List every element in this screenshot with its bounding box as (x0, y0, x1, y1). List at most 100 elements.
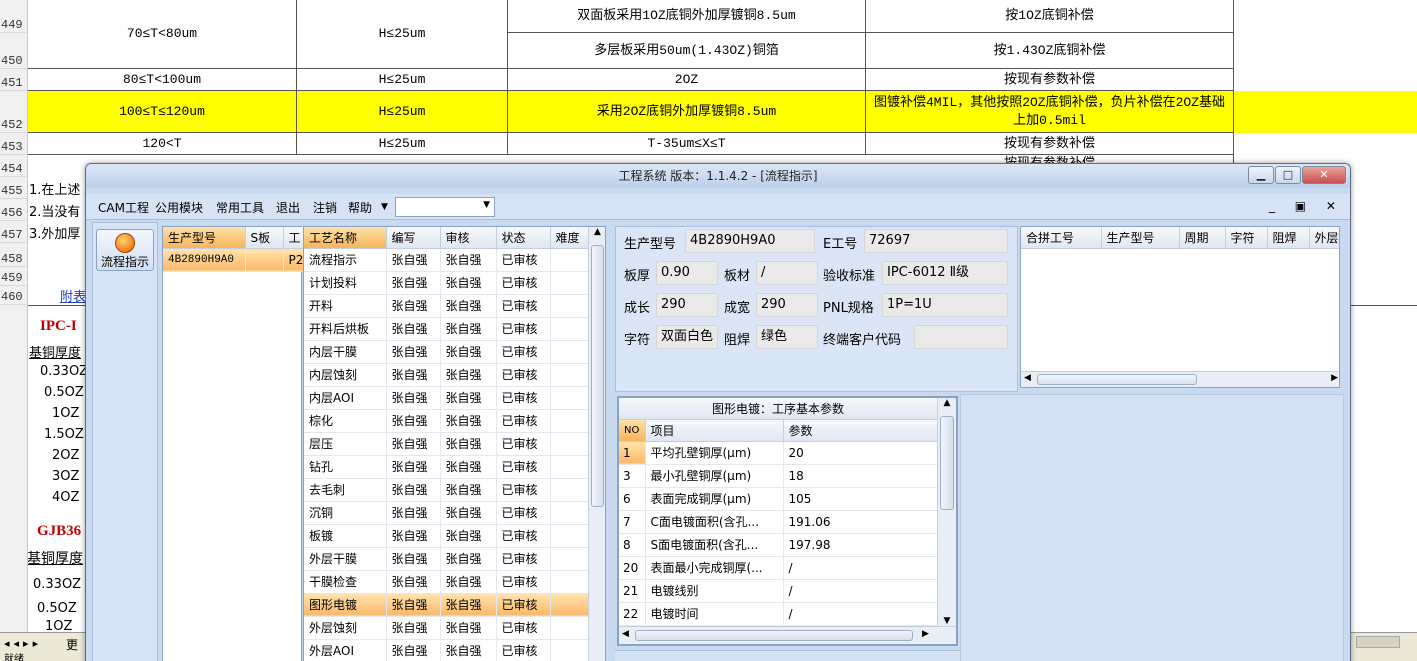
sheet-tab[interactable]: 更 (66, 636, 78, 653)
column-header[interactable]: 审核 (440, 227, 497, 249)
width-field[interactable]: 290 (756, 293, 818, 317)
table-cell: 21 (619, 579, 646, 603)
table-cell: 已审核 (496, 478, 551, 502)
mdi-controls[interactable]: _ ▣ ✕ (1269, 199, 1344, 213)
table-row[interactable]: 沉铜 张自强 张自强 已审核 (304, 501, 589, 525)
menu-tools[interactable]: 常用工具 (216, 199, 264, 216)
column-header[interactable]: 阻焊 (1267, 227, 1310, 249)
scroll-right-icon[interactable]: ▶ (1331, 373, 1338, 383)
horizontal-scrollbar[interactable]: ◀ ▶ (619, 626, 956, 644)
table-row[interactable]: 干膜检查 张自强 张自强 已审核 (304, 570, 589, 594)
scroll-thumb[interactable] (591, 245, 604, 507)
table-row[interactable]: 20 表面最小完成铜厚(... / (619, 556, 938, 580)
column-header[interactable]: NO (619, 420, 646, 442)
column-header[interactable]: 外层 (1309, 227, 1339, 249)
thickness-field[interactable]: 0.90 (656, 261, 718, 285)
column-header[interactable]: 状态 (496, 227, 551, 249)
table-row[interactable]: 计划投料 张自强 张自强 已审核 (304, 271, 589, 295)
pnl-field[interactable]: 1P=1U (882, 293, 1008, 317)
table-row[interactable]: 开料 张自强 张自强 已审核 (304, 294, 589, 318)
row-header-strip (0, 305, 28, 632)
toolbar-combo[interactable]: ▼ (395, 197, 495, 217)
menu-common-module[interactable]: 公用模块 (155, 199, 203, 216)
row-number: 454 (0, 155, 28, 177)
table-cell: 张自强 (440, 455, 497, 479)
row-number: 458 (0, 243, 28, 267)
table-row[interactable]: 内层AOI 张自强 张自强 已审核 (304, 386, 589, 410)
table-row[interactable]: 7 C面电镀面积(含孔... 191.06 (619, 510, 938, 534)
model-field[interactable]: 4B2890H9A0 (685, 229, 815, 253)
table-row[interactable]: 外层蚀刻 张自强 张自强 已审核 (304, 616, 589, 640)
scroll-down-icon[interactable]: ▼ (938, 616, 956, 626)
horizontal-scrollbar[interactable]: ◀ ▶ (1021, 371, 1339, 387)
customer-field[interactable] (914, 325, 1008, 349)
chevron-down-icon[interactable]: ▼ (381, 202, 388, 212)
menu-cam[interactable]: CAM工程 (98, 199, 149, 216)
column-header[interactable]: 生产型号 (163, 227, 246, 249)
material-field[interactable]: / (756, 261, 818, 285)
column-header[interactable]: 生产型号 (1101, 227, 1180, 249)
table-row[interactable]: 钻孔 张自强 张自强 已审核 (304, 455, 589, 479)
table-row[interactable]: 层压 张自强 张自强 已审核 (304, 432, 589, 456)
table-row[interactable]: 内层蚀刻 张自强 张自强 已审核 (304, 363, 589, 387)
scroll-up-icon[interactable]: ▲ (589, 227, 605, 237)
table-row[interactable]: 22 电镀时间 / (619, 602, 938, 626)
table-cell: 张自强 (386, 248, 441, 272)
mask-field[interactable]: 绿色 (756, 325, 818, 349)
table-row[interactable]: 板镀 张自强 张自强 已审核 (304, 524, 589, 548)
sheet-nav-icon[interactable]: ◂◂▸▸ (4, 637, 42, 650)
column-header[interactable]: 编写 (386, 227, 441, 249)
table-row[interactable]: 棕化 张自强 张自强 已审核 (304, 409, 589, 433)
table-cell: 按1.43OZ底铜补偿 (866, 33, 1234, 69)
appendix-link[interactable]: 附表 (60, 286, 86, 305)
column-header[interactable]: S板 (245, 227, 284, 249)
chevron-down-icon[interactable]: ▼ (483, 200, 490, 210)
table-cell: 张自强 (386, 547, 441, 571)
merge-grid-panel: 合拼工号 生产型号 周期 字符 阻焊 外层 ◀ ▶ (1020, 226, 1340, 388)
column-header[interactable]: 周期 (1179, 227, 1226, 249)
table-row[interactable]: 内层干膜 张自强 张自强 已审核 (304, 340, 589, 364)
horizontal-scrollbar[interactable] (1356, 636, 1400, 648)
table-cell: 内层AOI (304, 386, 387, 410)
char-field[interactable]: 双面白色 (656, 325, 718, 349)
table-row[interactable]: 4B2890H9A0 P2 (163, 248, 314, 272)
close-icon[interactable]: ✕ (1302, 166, 1346, 184)
table-row[interactable]: 外层AOI 张自强 张自强 已审核 (304, 639, 589, 661)
scroll-right-icon[interactable]: ▶ (922, 629, 929, 639)
column-header[interactable]: 工艺名称 (304, 227, 387, 249)
title-bar[interactable]: 工程系统 版本：1.1.4.2 - [流程指示] ▁ □ ✕ (86, 164, 1350, 188)
menu-help[interactable]: 帮助 (348, 199, 372, 216)
table-row[interactable]: 8 S面电镀面积(含孔... 197.98 (619, 533, 938, 557)
maximize-icon[interactable]: □ (1275, 166, 1301, 184)
length-field[interactable]: 290 (656, 293, 718, 317)
column-header[interactable]: 难度 (550, 227, 589, 249)
minimize-icon[interactable]: ▁ (1248, 166, 1274, 184)
table-row[interactable]: 6 表面完成铜厚(μm) 105 (619, 487, 938, 511)
table-row[interactable]: 外层干膜 张自强 张自强 已审核 (304, 547, 589, 571)
table-cell: 120<T (28, 133, 297, 155)
table-row[interactable]: 图形电镀 张自强 张自强 已审核 (304, 593, 589, 617)
scroll-thumb[interactable] (1037, 374, 1197, 385)
menu-exit[interactable]: 退出 (276, 199, 300, 216)
column-header[interactable]: 合拼工号 (1021, 227, 1102, 249)
scroll-thumb[interactable] (635, 630, 913, 641)
table-row[interactable]: 21 电镀线别 / (619, 579, 938, 603)
scroll-up-icon[interactable]: ▲ (938, 398, 956, 408)
flow-indicator-button[interactable]: 流程指示 (96, 229, 154, 271)
column-header[interactable]: 参数 (783, 420, 938, 442)
column-header[interactable]: 项目 (645, 420, 784, 442)
table-row[interactable]: 3 最小孔壁铜厚(μm) 18 (619, 464, 938, 488)
scroll-left-icon[interactable]: ◀ (1024, 373, 1031, 383)
menu-logout[interactable]: 注销 (313, 199, 337, 216)
standard-field[interactable]: IPC-6012 Ⅱ级 (882, 261, 1008, 285)
table-row[interactable]: 开料后烘板 张自强 张自强 已审核 (304, 317, 589, 341)
scroll-thumb[interactable] (940, 416, 954, 510)
e-no-field[interactable]: 72697 (864, 229, 1008, 253)
table-row[interactable]: 1 平均孔壁铜厚(μm) 20 (619, 441, 938, 465)
scroll-left-icon[interactable]: ◀ (622, 629, 629, 639)
table-row[interactable]: 流程指示 张自强 张自强 已审核 (304, 248, 589, 272)
vertical-scrollbar[interactable]: ▲ ▼ (937, 398, 956, 626)
vertical-scrollbar[interactable]: ▲ (588, 227, 605, 661)
column-header[interactable]: 字符 (1225, 227, 1268, 249)
table-row[interactable]: 去毛刺 张自强 张自强 已审核 (304, 478, 589, 502)
